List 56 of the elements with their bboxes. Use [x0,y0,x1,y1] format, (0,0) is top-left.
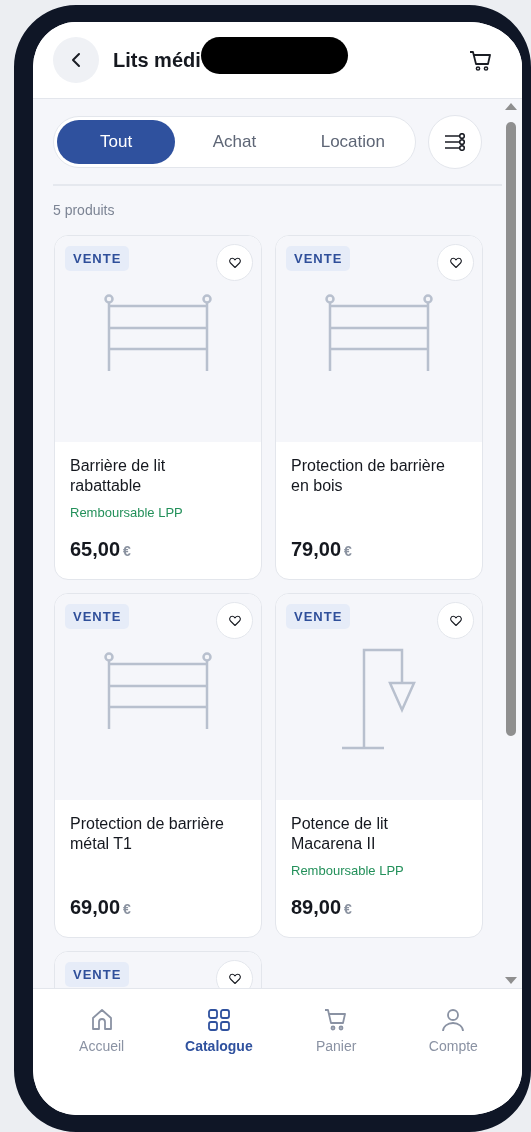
favorite-button[interactable] [437,244,474,281]
product-card[interactable]: VENTE Barrière de lit rabattable Remboursable LPP 65,00€ [54,235,262,580]
nav-tab[interactable]: Catalogue [160,989,278,1059]
currency-symbol: € [123,901,131,917]
nav-label: Accueil [79,1038,125,1054]
sale-badge: VENTE [65,962,130,987]
heart-icon [449,256,462,269]
filter-tab[interactable]: Tout [57,120,176,164]
grid-icon [206,1008,231,1032]
sale-badge: VENTE [286,246,351,271]
product-title: Protection de barrière métal T1 [70,814,225,854]
filter-tab[interactable]: Location [293,120,412,164]
heart-icon [228,972,241,985]
scrollbar-thumb[interactable] [506,122,516,736]
scroll-down-icon[interactable] [505,976,517,985]
favorite-button[interactable] [216,602,253,639]
scroll-up-icon[interactable] [505,102,517,111]
currency-symbol: € [344,901,352,917]
nav-label: Catalogue [185,1038,253,1054]
sliders-icon [444,133,466,151]
filter-button[interactable] [428,115,482,169]
cart-icon [324,1008,349,1032]
filter-tab[interactable]: Achat [175,120,294,164]
heart-icon [449,614,462,627]
nav-label: Panier [315,1038,357,1054]
currency-symbol: € [123,543,131,559]
sale-badge: VENTE [286,604,351,629]
nav-label: Compte [428,1038,478,1054]
product-card[interactable]: VENTE Potence de lit Macarena II Remboursable LPP 89,00€ [275,593,483,938]
favorite-button[interactable] [216,960,253,988]
page-title: Lits médi [113,48,201,72]
user-icon [441,1008,466,1032]
sale-badge: VENTE [65,246,130,271]
cart-icon [469,49,492,71]
product-count: 5 produits [53,202,116,218]
chevron-left-icon [69,51,83,69]
product-price: 79,00 [291,538,342,561]
currency-symbol: € [344,543,352,559]
product-title: Protection de barrière en bois [291,456,446,496]
product-title: Potence de lit Macarena II [291,814,389,854]
product-price: 89,00 [291,896,342,919]
favorite-button[interactable] [437,602,474,639]
home-icon [89,1008,114,1032]
reimbursement-label: Remboursable LPP [70,505,184,520]
product-card[interactable]: VENTE [54,951,262,988]
product-card[interactable]: VENTE Protection de barrière en bois 79,00€ [275,235,483,580]
heart-icon [228,614,241,627]
reimbursement-label: Remboursable LPP [291,863,405,878]
favorite-button[interactable] [216,244,253,281]
cart-button[interactable] [469,49,492,71]
sale-badge: VENTE [65,604,130,629]
product-card[interactable]: VENTE Protection de barrière métal T1 69,00€ [54,593,262,938]
product-price: 65,00 [70,538,121,561]
product-price: 69,00 [70,896,121,919]
product-title: Barrière de lit rabattable [70,456,167,496]
heart-icon [228,256,241,269]
